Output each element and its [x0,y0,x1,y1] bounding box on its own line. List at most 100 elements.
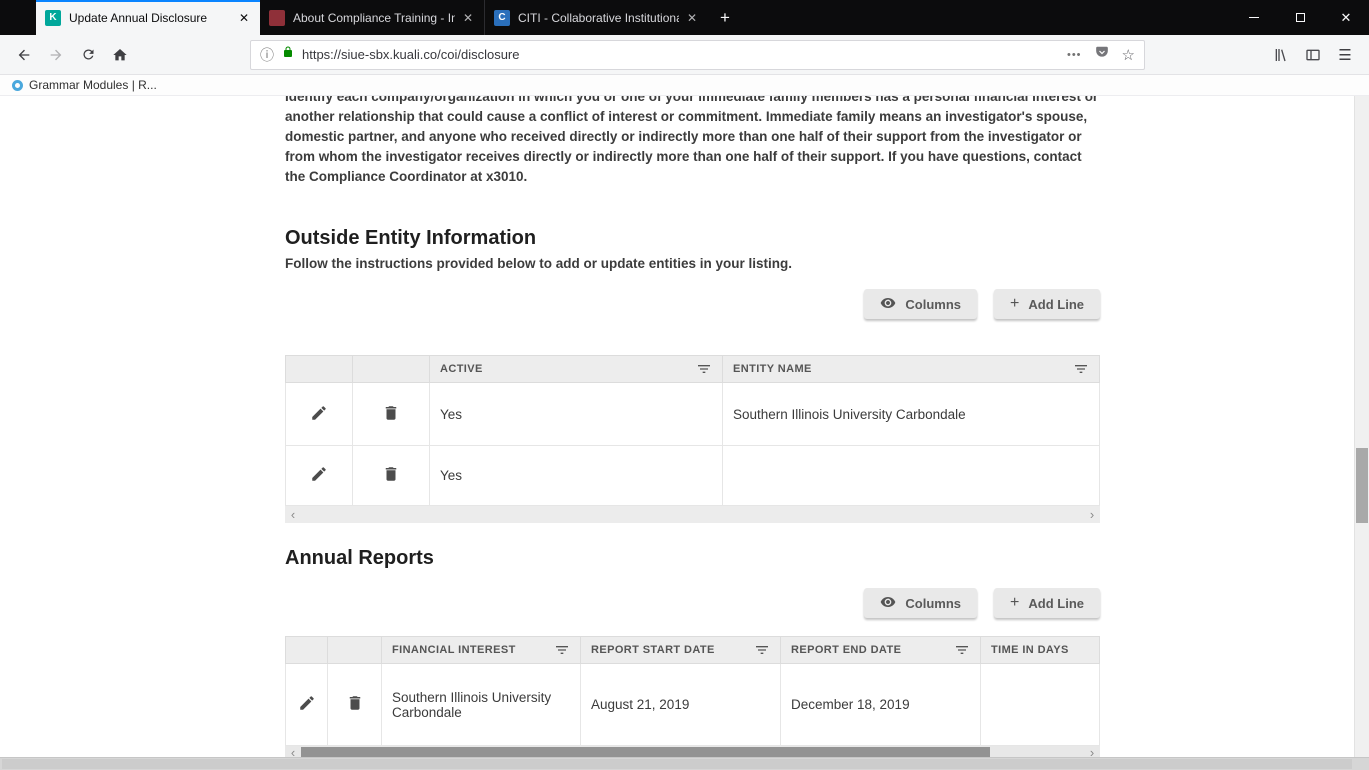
scroll-left-arrow[interactable]: ‹ [285,744,301,757]
scrollbar-track[interactable] [301,506,1084,523]
back-button[interactable] [8,40,40,70]
header-edit-column [285,636,328,664]
scrollbar-thumb[interactable] [301,747,991,757]
eye-icon [880,594,896,613]
new-tab-button[interactable]: + [708,0,742,35]
delete-icon[interactable] [346,694,364,712]
add-line-button-label: Add Line [1028,595,1084,611]
annual-reports-horizontal-scrollbar[interactable]: ‹ › [285,744,1100,757]
add-line-button[interactable]: + Add Line [994,588,1100,618]
table-header-row: ACTIVE ENTITY NAME [285,355,1100,383]
header-financial-interest: FINANCIAL INTEREST [381,636,581,664]
address-bar[interactable]: ⓘ https://siue-sbx.kuali.co/coi/disclosu… [250,39,1145,70]
bookmarks-toolbar: Grammar Modules | R... [0,75,1369,96]
forward-button[interactable] [40,40,72,70]
cell-report-start-date: August 21, 2019 [580,663,781,746]
tab-citi[interactable]: C CITI - Collaborative Institutiona ✕ [484,0,708,35]
menu-icon[interactable]: ☰ [1329,40,1361,70]
delete-icon[interactable] [382,465,400,483]
url-text[interactable]: https://siue-sbx.kuali.co/coi/disclosure [302,47,1059,62]
tab-close-icon[interactable]: ✕ [461,10,475,26]
home-button[interactable] [104,40,136,70]
delete-icon[interactable] [382,404,400,422]
annual-reports-toolbar: Columns + Add Line [285,588,1100,618]
eye-icon [880,295,896,314]
toolbar-right-icons: ☰ [1265,40,1361,70]
reload-button[interactable] [72,40,104,70]
reload-icon [82,49,93,60]
filter-icon[interactable] [754,642,770,658]
tab-update-annual-disclosure[interactable]: K Update Annual Disclosure ✕ [36,0,260,35]
header-active-label: ACTIVE [440,363,483,375]
add-line-button[interactable]: + Add Line [994,289,1100,319]
tab-title: Update Annual Disclosure [69,10,208,25]
table-header-row: FINANCIAL INTEREST REPORT START DATE REP… [285,636,1100,664]
cell-entity-name: Southern Illinois University Carbondale [722,382,1100,446]
header-time-in-days-label: TIME IN DAYS [991,644,1069,656]
sidebar-toggle-icon[interactable] [1297,40,1329,70]
tab-close-icon[interactable]: ✕ [685,10,699,26]
edit-icon[interactable] [310,465,328,483]
edit-icon[interactable] [298,694,316,712]
library-icon[interactable] [1265,40,1297,70]
cell-active: Yes [429,445,723,506]
bookmark-star-icon[interactable]: ☆ [1122,46,1135,64]
columns-button[interactable]: Columns [864,588,978,618]
annual-reports-title: Annual Reports [285,547,434,569]
header-report-start-date: REPORT START DATE [580,636,781,664]
edit-icon[interactable] [310,404,328,422]
bookmark-item[interactable]: Grammar Modules | R... [8,78,161,92]
filter-icon[interactable] [954,642,970,658]
header-time-in-days: TIME IN DAYS [980,636,1100,664]
header-edit-column [285,355,353,383]
table-row: Yes [285,445,1100,506]
scrollbar-track[interactable] [301,746,1084,757]
page-actions-icon[interactable]: ••• [1067,49,1082,61]
home-icon [113,48,127,60]
header-active: ACTIVE [429,355,723,383]
header-delete-column [327,636,382,664]
outside-entity-toolbar: Columns + Add Line [285,289,1100,319]
pocket-icon[interactable] [1095,45,1109,64]
outside-entity-table: ACTIVE ENTITY NAME Yes Southern Illinois… [285,355,1100,506]
page-viewport: Identify each company/organization in wh… [0,96,1354,757]
scroll-right-arrow[interactable]: › [1084,744,1100,757]
bookmark-favicon-icon [12,79,23,91]
compliance-favicon [269,9,285,26]
page-action-icons: ••• ☆ [1067,45,1135,64]
header-entity-name-label: ENTITY NAME [733,363,812,375]
filter-icon[interactable] [696,361,712,377]
outside-entity-subtitle: Follow the instructions provided below t… [285,256,793,271]
cell-entity-name [722,445,1100,506]
scroll-left-arrow[interactable]: ‹ [285,506,301,523]
filter-icon[interactable] [1073,361,1089,377]
annual-reports-table: FINANCIAL INTEREST REPORT START DATE REP… [285,636,1100,746]
site-info-icon[interactable]: ⓘ [260,45,274,65]
close-button[interactable]: ✕ [1323,0,1369,35]
maximize-button[interactable] [1277,0,1323,35]
minimize-icon [1249,17,1259,18]
filter-icon[interactable] [554,642,570,658]
columns-button-label: Columns [905,595,962,611]
navigation-toolbar: ⓘ https://siue-sbx.kuali.co/coi/disclosu… [0,35,1369,75]
tab-close-icon[interactable]: ✕ [237,10,251,26]
header-financial-interest-label: FINANCIAL INTEREST [392,644,516,656]
table-row: Southern Illinois University Carbondale … [285,663,1100,746]
outside-entity-horizontal-scrollbar[interactable]: ‹ › [285,506,1100,523]
maximize-icon [1295,13,1305,22]
vertical-scrollbar-thumb[interactable] [1356,448,1368,523]
add-line-button-label: Add Line [1028,296,1084,312]
window-horizontal-scrollbar[interactable] [0,757,1369,770]
bookmark-label: Grammar Modules | R... [29,78,157,92]
horizontal-scrollbar-thumb[interactable] [2,759,1352,769]
scroll-right-arrow[interactable]: › [1084,506,1100,523]
minimize-button[interactable] [1231,0,1277,35]
columns-button[interactable]: Columns [864,289,978,319]
lock-icon [282,45,294,64]
back-arrow-icon [18,49,30,60]
plus-icon: + [1010,295,1020,312]
browser-window: K Update Annual Disclosure ✕ About Compl… [0,0,1369,770]
header-report-end-date-label: REPORT END DATE [791,644,902,656]
window-vertical-scrollbar[interactable] [1354,96,1369,757]
tab-about-compliance-training[interactable]: About Compliance Training - In ✕ [260,0,484,35]
